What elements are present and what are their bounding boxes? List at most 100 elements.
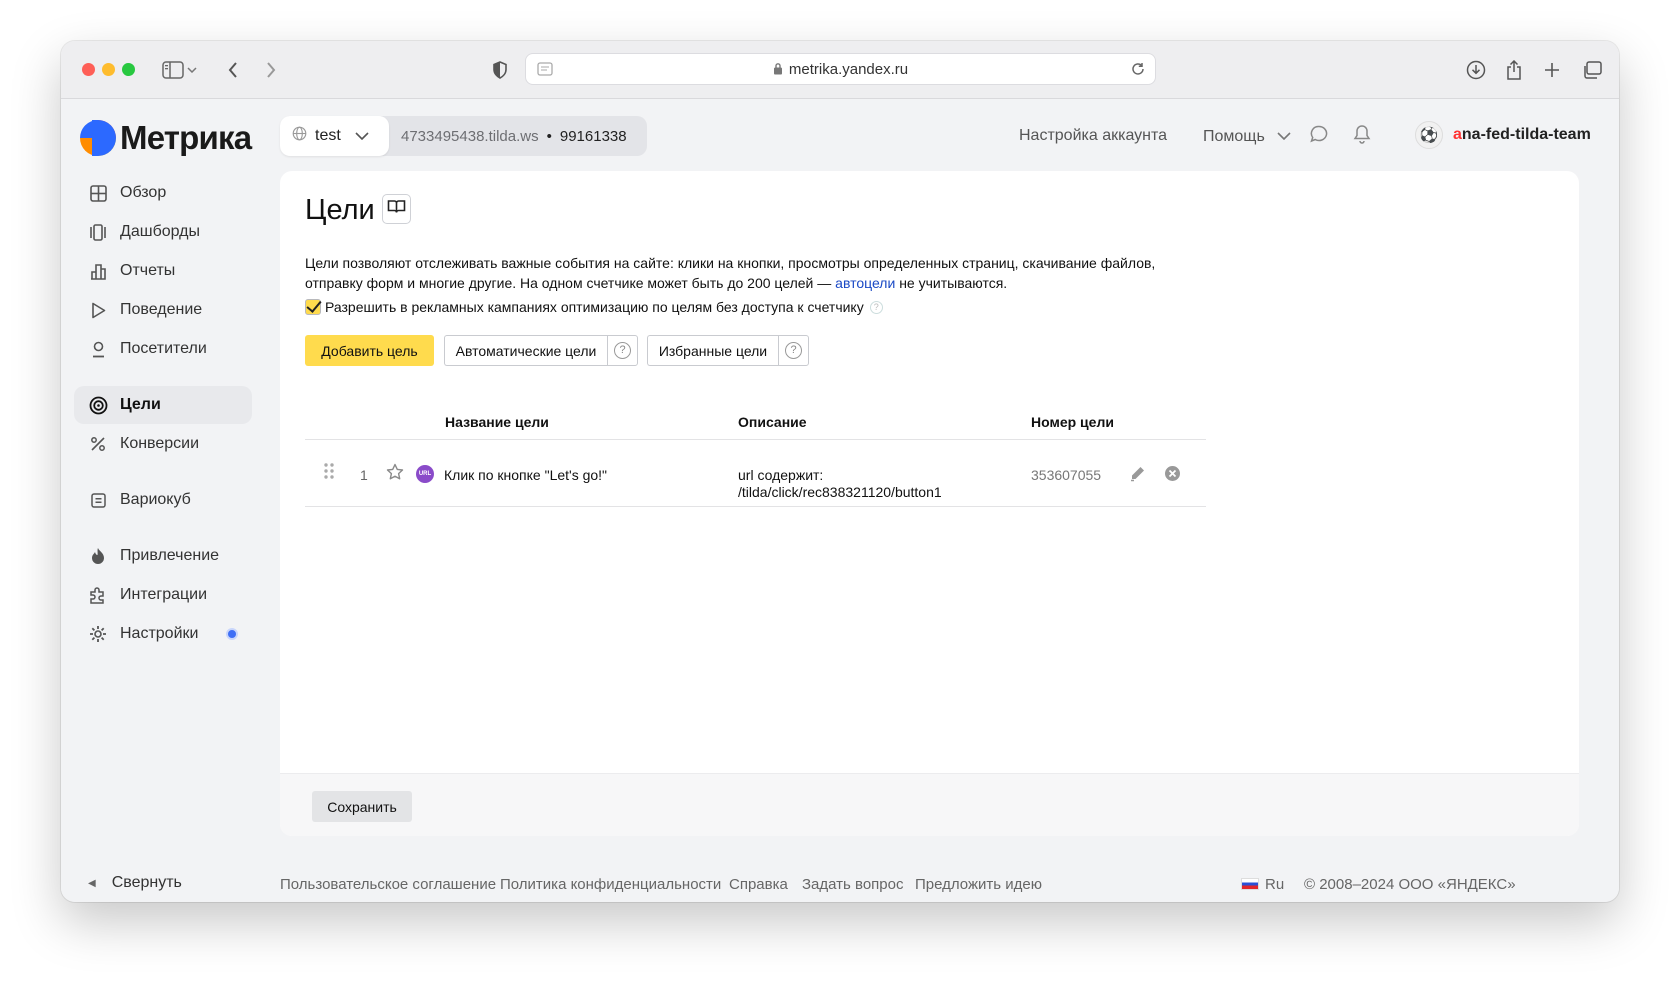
sidebar-item-label: Настройки	[120, 625, 199, 642]
target-icon	[88, 395, 108, 415]
footer-link-agreement[interactable]: Пользовательское соглашение	[280, 876, 496, 893]
user-name: ana-fed-tilda-team	[1453, 126, 1591, 143]
sidebar-item-label: Посетители	[120, 340, 207, 357]
lock-icon	[773, 62, 783, 79]
autogoals-link[interactable]: автоцели	[835, 275, 895, 291]
browser-toolbar: metrika.yandex.ru	[61, 41, 1619, 99]
column-header-name: Название цели	[445, 414, 549, 430]
language-switch[interactable]: Ru	[1241, 876, 1284, 893]
allow-optimization-checkbox-row[interactable]: Разрешить в рекламных кампаниях оптимиза…	[305, 299, 883, 315]
forward-icon[interactable]	[258, 57, 284, 83]
table-divider	[305, 439, 1206, 440]
collapse-sidebar-button[interactable]: ◀ Свернуть	[88, 874, 182, 892]
column-header-description: Описание	[738, 414, 807, 430]
reports-icon	[88, 261, 108, 281]
sidebar-item-visitors[interactable]: Посетители	[74, 330, 252, 368]
minimize-window-button[interactable]	[102, 63, 115, 76]
counter-dropdown[interactable]: test	[280, 116, 389, 156]
question-icon: ?	[785, 342, 802, 359]
chevron-down-icon	[355, 127, 369, 145]
share-icon[interactable]	[1501, 57, 1527, 83]
sidebar-item-conversions[interactable]: Конверсии	[74, 425, 252, 463]
sidebar-item-label: Интеграции	[120, 586, 208, 603]
sidebar-item-acquisition[interactable]: Привлечение	[74, 537, 252, 575]
reload-icon[interactable]	[1125, 56, 1151, 82]
row-index: 1	[360, 467, 368, 483]
triangle-left-icon: ◀	[88, 877, 96, 889]
delete-icon[interactable]	[1164, 465, 1181, 485]
sidebar-item-settings[interactable]: Настройки	[74, 615, 252, 653]
play-icon	[88, 300, 108, 320]
footer-link-idea[interactable]: Предложить идею	[915, 876, 1042, 893]
counter-selector[interactable]: test 4733495438.tilda.ws • 99161338	[280, 116, 647, 156]
metrika-logo-icon	[80, 120, 116, 156]
fire-icon	[88, 546, 108, 566]
sidebar-item-variocube[interactable]: Вариокуб	[74, 481, 252, 519]
goals-card: Цели Цели позволяют отслеживать важные с…	[280, 171, 1579, 836]
favorite-goals-help-button[interactable]: ?	[778, 335, 809, 366]
address-bar[interactable]: metrika.yandex.ru	[525, 53, 1156, 85]
auto-goals-button[interactable]: Автоматические цели	[444, 335, 607, 366]
copyright: © 2008–2024 ООО «ЯНДЕКС»	[1304, 876, 1516, 893]
counter-site: 4733495438.tilda.ws	[401, 127, 539, 145]
user-menu[interactable]: ⚽ ana-fed-tilda-team	[1415, 121, 1591, 149]
auto-goals-help-button[interactable]: ?	[607, 335, 638, 366]
account-settings-link[interactable]: Настройка аккаунта	[1019, 127, 1167, 145]
save-button[interactable]: Сохранить	[312, 791, 412, 822]
bell-icon[interactable]	[1353, 124, 1371, 149]
shield-icon[interactable]	[487, 57, 513, 83]
footer-link-ask[interactable]: Задать вопрос	[802, 876, 903, 893]
question-icon: ?	[614, 342, 631, 359]
globe-icon	[292, 126, 307, 146]
allow-optimization-checkbox[interactable]	[305, 299, 321, 315]
download-icon[interactable]	[1463, 57, 1489, 83]
help-book-button[interactable]	[382, 194, 411, 224]
sidebar-item-label: Конверсии	[120, 435, 200, 452]
sidebar-item-goals[interactable]: Цели	[74, 386, 252, 424]
footer-link-help[interactable]: Справка	[729, 876, 788, 893]
footer-link-privacy[interactable]: Политика конфиденциальности	[500, 876, 721, 893]
chevron-down-icon[interactable]	[185, 57, 199, 83]
russia-flag-icon	[1241, 878, 1259, 890]
puzzle-icon	[88, 585, 108, 605]
goals-intro-text: Цели позволяют отслеживать важные событи…	[305, 255, 1156, 291]
sidebar-item-reports[interactable]: Отчеты	[74, 252, 252, 290]
close-window-button[interactable]	[82, 63, 95, 76]
logo-text: Метрика	[120, 119, 252, 156]
counter-id: 99161338	[559, 127, 627, 145]
help-menu[interactable]: Помощь	[1203, 127, 1291, 146]
pencil-icon[interactable]	[1129, 465, 1146, 485]
favorite-goals-button[interactable]: Избранные цели	[647, 335, 778, 366]
add-goal-button[interactable]: Добавить цель	[305, 335, 434, 366]
metrika-app: Метрика test 4733495438.tilda.ws • 99161…	[61, 100, 1619, 902]
metrika-logo[interactable]: Метрика	[80, 119, 252, 156]
url-text: metrika.yandex.ru	[526, 61, 1155, 79]
column-header-number: Номер цели	[1031, 414, 1114, 430]
new-tab-icon[interactable]	[1539, 57, 1565, 83]
back-icon[interactable]	[220, 57, 246, 83]
drag-handle-icon[interactable]	[323, 462, 335, 483]
goal-name: Клик по кнопке "Let's go!"	[444, 467, 608, 483]
url-goal-icon: URL	[416, 465, 434, 483]
zoom-window-button[interactable]	[122, 63, 135, 76]
percent-icon	[88, 434, 108, 454]
allow-optimization-label: Разрешить в рекламных кампаниях оптимиза…	[325, 299, 864, 315]
star-icon[interactable]	[386, 463, 404, 484]
goal-number: 353607055	[1031, 467, 1102, 483]
chevron-down-icon	[1277, 127, 1291, 145]
sidebar-toggle-icon[interactable]	[160, 57, 186, 83]
question-icon[interactable]: ?	[869, 300, 883, 314]
sidebar-item-behavior[interactable]: Поведение	[74, 291, 252, 329]
card-footer: Сохранить	[280, 773, 1579, 836]
notification-dot	[226, 628, 238, 640]
sidebar-item-overview[interactable]: Обзор	[74, 174, 252, 212]
goal-description: url содержит: /tilda/click/rec838321120/…	[738, 467, 942, 500]
tabs-overview-icon[interactable]	[1579, 57, 1605, 83]
counter-separator: •	[546, 127, 552, 145]
counter-name: test	[315, 127, 341, 144]
collapse-label: Свернуть	[111, 874, 182, 891]
chat-icon[interactable]	[1309, 124, 1329, 149]
sidebar-item-integrations[interactable]: Интеграции	[74, 576, 252, 614]
help-label: Помощь	[1203, 128, 1265, 145]
sidebar-item-dashboards[interactable]: Дашборды	[74, 213, 252, 251]
